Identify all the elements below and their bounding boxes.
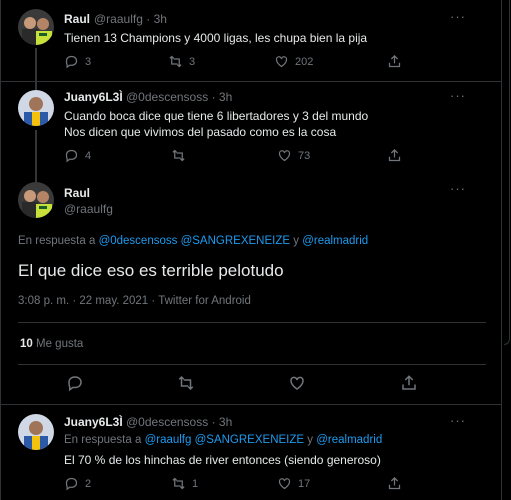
more-icon[interactable]: ··· — [450, 413, 466, 428]
avatar-raul[interactable] — [18, 9, 54, 45]
tweet-text-line-2: Nos dicen que vivimos del pasado como es… — [64, 125, 337, 139]
likes-summary[interactable]: 10 Me gusta — [20, 338, 83, 350]
main-tweet-text: El que dice eso es terrible pelotudo — [18, 261, 284, 280]
reply-context: En respuesta a @0descensoss @SANGREXENEI… — [18, 235, 369, 247]
main-tweet: Raul @raaulfg ··· En respuesta a @0desce… — [1, 172, 503, 406]
like-icon — [275, 56, 288, 68]
mention-link[interactable]: @realmadrid — [316, 434, 382, 446]
like-icon — [278, 150, 291, 162]
more-icon[interactable]: ··· — [450, 181, 466, 196]
like-count: 73 — [298, 149, 311, 162]
reply-button[interactable]: 3 — [64, 54, 91, 69]
author-handle[interactable]: @0descensoss · 3h — [126, 90, 232, 104]
sidebar-panel-border — [504, 0, 510, 345]
reply-icon — [68, 376, 82, 392]
reply-count: 4 — [85, 149, 92, 162]
share-button[interactable] — [387, 148, 402, 163]
more-icon[interactable]: ··· — [450, 9, 466, 24]
author-handle[interactable]: @0descensoss · 3h — [126, 415, 232, 429]
like-count: 17 — [298, 477, 311, 490]
share-icon — [388, 148, 401, 162]
right-sidebar-edge — [502, 0, 511, 500]
retweet-icon — [172, 149, 185, 162]
share-icon — [388, 476, 401, 490]
reply-count: 3 — [85, 55, 92, 68]
retweet-count: 3 — [189, 55, 196, 68]
retweet-icon — [172, 477, 185, 490]
retweet-icon — [169, 55, 182, 68]
reply-icon — [65, 477, 78, 491]
thread-line — [35, 48, 37, 82]
reply-context: En respuesta a @raaulfg @SANGREXENEIZE y… — [64, 434, 383, 446]
reply-count: 2 — [85, 477, 92, 490]
reply-button[interactable] — [66, 374, 84, 392]
mention-link[interactable]: @realmadrid — [302, 235, 368, 247]
tweet-text-line-1: Cuando boca dice que tiene 6 libertadore… — [64, 109, 369, 123]
tweet-juany-1[interactable]: Juany6L3Ì @0descensoss · 3h ··· Cuando b… — [1, 82, 503, 172]
mention-link[interactable]: @SANGREXENEIZE — [181, 235, 290, 247]
share-icon — [388, 54, 401, 68]
meta-divider — [18, 322, 486, 323]
mention-link[interactable]: @SANGREXENEIZE — [195, 434, 304, 446]
timeline-column: Raul @raaulfg · 3h ··· Tienen 13 Champio… — [0, 0, 503, 500]
share-button[interactable] — [400, 374, 418, 392]
reply-tweet[interactable]: Juany6L3Ì @0descensoss · 3h ··· En respu… — [1, 405, 503, 500]
retweet-count: 1 — [192, 477, 199, 490]
retweet-button[interactable]: 1 — [171, 476, 198, 491]
like-icon — [278, 478, 291, 490]
tweet-text: Tienen 13 Champions y 4000 ligas, les ch… — [64, 31, 368, 45]
author-name[interactable]: Raul — [64, 186, 90, 200]
retweet-button[interactable] — [171, 148, 192, 163]
share-button[interactable] — [387, 54, 402, 69]
reply-icon — [65, 55, 78, 69]
more-icon[interactable]: ··· — [450, 88, 466, 103]
thread-line — [35, 130, 37, 172]
thread-line — [35, 172, 37, 182]
share-icon — [402, 375, 416, 390]
retweet-button[interactable]: 3 — [168, 54, 195, 69]
author-handle[interactable]: @raaulfg — [64, 202, 113, 216]
tweet-timestamp[interactable]: 3:08 p. m. · 22 may. 2021 · Twitter for … — [18, 295, 251, 307]
avatar-juany[interactable] — [18, 90, 54, 126]
reply-button[interactable]: 2 — [64, 476, 91, 491]
retweet-button[interactable] — [177, 374, 195, 392]
like-button[interactable]: 73 — [277, 148, 310, 163]
like-button[interactable] — [288, 374, 306, 392]
author-name[interactable]: Juany6L3Ì — [64, 90, 123, 104]
avatar-raul[interactable] — [18, 182, 54, 218]
reply-button[interactable]: 4 — [64, 148, 91, 163]
stats-divider — [18, 364, 486, 365]
avatar-juany[interactable] — [18, 414, 54, 450]
retweet-icon — [178, 375, 194, 391]
mention-link[interactable]: @0descensoss — [99, 235, 178, 247]
reply-icon — [65, 149, 78, 163]
tweet-text: El 70 % de los hinchas de river entonces… — [64, 453, 381, 467]
author-handle[interactable]: @raaulfg · 3h — [94, 12, 167, 26]
like-button[interactable]: 202 — [274, 54, 313, 69]
tweet-raul-1[interactable]: Raul @raaulfg · 3h ··· Tienen 13 Champio… — [1, 0, 503, 82]
like-button[interactable]: 17 — [277, 476, 310, 491]
author-name[interactable]: Raul — [64, 12, 90, 26]
mention-link[interactable]: @raaulfg — [145, 434, 192, 446]
share-button[interactable] — [387, 476, 402, 491]
like-count: 202 — [295, 55, 314, 68]
author-name[interactable]: Juany6L3Ì — [64, 415, 123, 429]
like-icon — [290, 376, 304, 390]
thread-line — [35, 82, 37, 90]
